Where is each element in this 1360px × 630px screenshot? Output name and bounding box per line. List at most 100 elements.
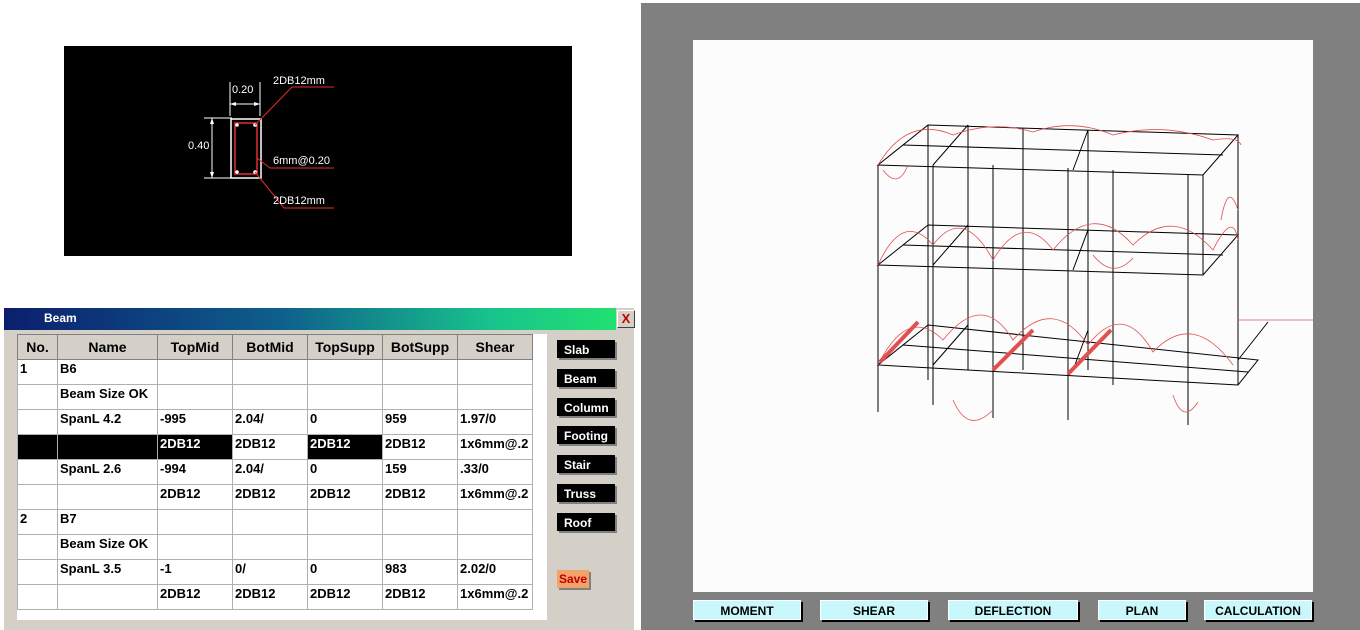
table-cell[interactable]: 959 (382, 409, 458, 435)
table-cell[interactable] (17, 484, 58, 510)
table-cell[interactable]: SpanL 4.2 (57, 409, 158, 435)
table-cell[interactable]: 2DB12 (157, 584, 233, 610)
footing-button[interactable]: Footing (557, 426, 615, 444)
table-cell[interactable] (17, 584, 58, 610)
slab-button[interactable]: Slab (557, 340, 615, 358)
table-cell[interactable] (57, 484, 158, 510)
table-row[interactable]: SpanL 2.6 -994 2.04/0 159.33/0 (17, 459, 533, 485)
moment-button[interactable]: MOMENT (693, 600, 801, 620)
table-cell[interactable]: 159 (382, 459, 458, 485)
table-cell[interactable]: 2DB12 (232, 484, 308, 510)
table-cell[interactable]: -1 (157, 559, 233, 585)
column-header-botmid[interactable]: BotMid (232, 334, 308, 360)
table-cell[interactable]: 2DB12 (157, 484, 233, 510)
table-cell[interactable]: 2DB12 (382, 584, 458, 610)
shear-button[interactable]: SHEAR (820, 600, 928, 620)
table-cell[interactable] (382, 384, 458, 410)
table-cell[interactable]: 2.02/0 (457, 559, 533, 585)
beam-window-titlebar[interactable]: Beam (4, 308, 616, 330)
table-cell[interactable] (307, 384, 383, 410)
table-row[interactable]: SpanL 3.5 -1 0/0 983 2.02/0 (17, 559, 533, 585)
table-cell[interactable] (457, 359, 533, 385)
table-cell[interactable]: 2DB12 (382, 484, 458, 510)
table-cell[interactable] (57, 584, 158, 610)
table-cell[interactable]: 2.04/ (232, 459, 308, 485)
plan-button[interactable]: PLAN (1098, 600, 1186, 620)
table-cell[interactable] (17, 559, 58, 585)
table-cell[interactable] (17, 384, 58, 410)
table-cell[interactable]: -995 (157, 409, 233, 435)
column-header-topsupp[interactable]: TopSupp (307, 334, 383, 360)
table-cell[interactable] (382, 509, 458, 535)
close-button[interactable]: X (617, 310, 635, 328)
table-cell[interactable] (232, 509, 308, 535)
table-cell[interactable]: 0 (307, 409, 383, 435)
table-cell[interactable] (457, 384, 533, 410)
table-cell[interactable]: 2.04/ (232, 409, 308, 435)
column-header-name[interactable]: Name (57, 334, 158, 360)
table-row[interactable]: Beam Size OK (17, 534, 533, 560)
table-cell[interactable]: B6 (57, 359, 158, 385)
deflection-button[interactable]: DEFLECTION (948, 600, 1078, 620)
table-row[interactable]: Beam Size OK (17, 384, 533, 410)
frame-3d-view[interactable] (693, 40, 1318, 592)
table-cell[interactable] (382, 534, 458, 560)
table-cell[interactable]: 1 (17, 359, 58, 385)
table-cell[interactable] (17, 459, 58, 485)
table-cell[interactable] (457, 534, 533, 560)
column-header-no[interactable]: No. (17, 334, 58, 360)
table-cell[interactable]: 2DB12 (232, 434, 308, 460)
table-row[interactable]: SpanL 4.2 -995 2.04/0 959 1.97/0 (17, 409, 533, 435)
table-cell[interactable] (232, 384, 308, 410)
table-cell[interactable] (157, 359, 233, 385)
table-cell[interactable] (17, 409, 58, 435)
stair-button[interactable]: Stair (557, 455, 615, 473)
column-header-topmid[interactable]: TopMid (157, 334, 233, 360)
table-cell[interactable] (232, 359, 308, 385)
table-row[interactable]: 2DB12 2DB12 2DB12 2DB12 1x6mm@.2 (17, 584, 533, 610)
table-row[interactable]: 2 B7 (17, 509, 533, 535)
column-button[interactable]: Column (557, 398, 615, 416)
table-cell[interactable]: 2 (17, 509, 58, 535)
table-cell[interactable] (157, 534, 233, 560)
table-cell[interactable]: Beam Size OK (57, 384, 158, 410)
table-cell[interactable]: SpanL 2.6 (57, 459, 158, 485)
table-cell[interactable]: 1x6mm@.2 (457, 434, 533, 460)
table-cell[interactable]: Beam Size OK (57, 534, 158, 560)
table-cell[interactable]: 0/ (232, 559, 308, 585)
table-row[interactable]: 2DB12 2DB12 2DB12 2DB12 1x6mm@.2 (17, 484, 533, 510)
table-cell[interactable]: 983 (382, 559, 458, 585)
table-cell[interactable] (307, 509, 383, 535)
table-cell[interactable] (157, 384, 233, 410)
save-button[interactable]: Save (557, 570, 589, 588)
table-cell[interactable]: 2DB12 (232, 584, 308, 610)
roof-button[interactable]: Roof (557, 513, 615, 531)
column-header-botsupp[interactable]: BotSupp (382, 334, 458, 360)
table-cell[interactable]: 2DB12 (307, 584, 383, 610)
table-cell[interactable]: 2DB12 (307, 434, 383, 460)
table-cell[interactable]: -994 (157, 459, 233, 485)
table-cell[interactable] (232, 534, 308, 560)
table-cell[interactable]: SpanL 3.5 (57, 559, 158, 585)
column-header-shear[interactable]: Shear (457, 334, 533, 360)
table-cell[interactable]: B7 (57, 509, 158, 535)
truss-button[interactable]: Truss (557, 484, 615, 502)
table-cell[interactable] (157, 509, 233, 535)
table-cell[interactable]: 0 (307, 559, 383, 585)
beam-button[interactable]: Beam (557, 369, 615, 387)
table-cell[interactable]: .33/0 (457, 459, 533, 485)
calculation-button[interactable]: CALCULATION (1204, 600, 1312, 620)
beam-grid[interactable]: No. Name TopMid BotMid TopSupp BotSupp S… (17, 334, 547, 620)
table-cell[interactable]: 2DB12 (382, 434, 458, 460)
table-cell[interactable] (307, 534, 383, 560)
table-cell[interactable] (307, 359, 383, 385)
table-cell[interactable]: 0 (307, 459, 383, 485)
table-cell[interactable] (382, 359, 458, 385)
table-cell[interactable]: 1x6mm@.2 (457, 484, 533, 510)
table-cell[interactable] (17, 434, 58, 460)
table-cell[interactable] (57, 434, 158, 460)
table-cell[interactable]: 1x6mm@.2 (457, 584, 533, 610)
table-cell[interactable]: 2DB12 (157, 434, 233, 460)
table-cell[interactable] (17, 534, 58, 560)
table-cell[interactable]: 2DB12 (307, 484, 383, 510)
